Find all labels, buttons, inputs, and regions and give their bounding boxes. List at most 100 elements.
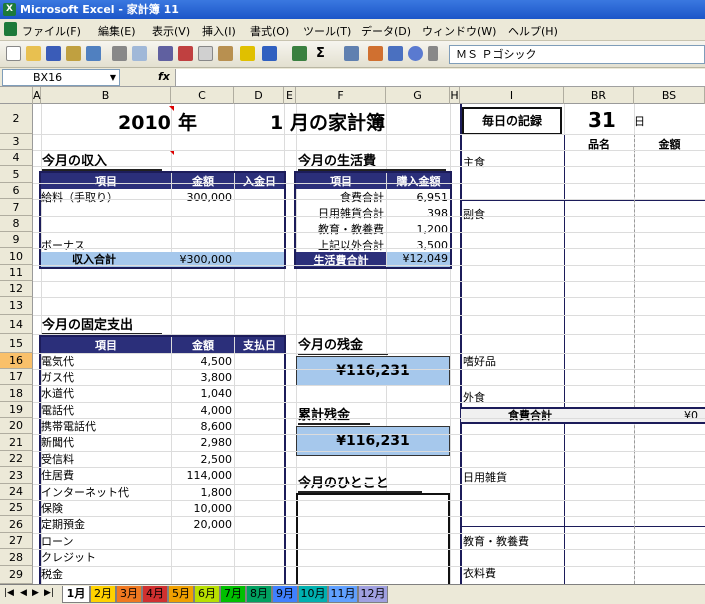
prev-sheet-icon[interactable]: ◀	[20, 588, 27, 598]
col-header-a[interactable]: A	[33, 87, 41, 104]
sheet-tab-5[interactable]: 5月	[168, 586, 194, 603]
sheet-tab-8[interactable]: 8月	[246, 586, 272, 603]
living-item[interactable]: 教育・教養費	[296, 222, 384, 237]
row-header-13[interactable]: 13	[0, 297, 33, 315]
row-header-17[interactable]: 17	[0, 369, 33, 385]
toolbar-options-icon[interactable]	[428, 46, 438, 61]
col-header-e[interactable]: E	[284, 87, 296, 104]
col-header-d[interactable]: D	[234, 87, 284, 104]
formula-input[interactable]	[175, 69, 705, 86]
paste-icon[interactable]	[218, 46, 233, 61]
row-header-15[interactable]: 15	[0, 334, 33, 353]
fixed-item[interactable]: インターネット代	[41, 485, 129, 500]
cut-icon[interactable]	[178, 46, 193, 61]
sheet-tab-2[interactable]: 2月	[90, 586, 116, 603]
col-header-c[interactable]: C	[171, 87, 234, 104]
row-header-23[interactable]: 23	[0, 467, 33, 484]
drawing-icon[interactable]	[388, 46, 403, 61]
undo-icon[interactable]	[262, 46, 277, 61]
income-amount[interactable]: 300,000	[172, 190, 233, 205]
new-icon[interactable]	[6, 46, 21, 61]
spelling-icon[interactable]	[158, 46, 173, 61]
permission-icon[interactable]	[66, 46, 81, 61]
worksheet-grid[interactable]: 2 3 4 5 6 7 8 9 10 11 12 13 14 15 16 17 18 19 20 21 22 23 24 25…	[0, 104, 705, 584]
open-icon[interactable]	[26, 46, 41, 61]
print-icon[interactable]	[112, 46, 127, 61]
sheet-tab-9[interactable]: 9月	[272, 586, 298, 603]
col-header-i[interactable]: I	[460, 87, 564, 104]
menu-format[interactable]: 書式(O)	[250, 23, 289, 39]
living-amount[interactable]: 6,951	[387, 190, 449, 205]
col-header-g[interactable]: G	[386, 87, 450, 104]
row-header-16[interactable]: 16	[0, 353, 33, 369]
row-header-25[interactable]: 25	[0, 500, 33, 516]
row-header-21[interactable]: 21	[0, 434, 33, 451]
fixed-amount[interactable]: 20,000	[172, 517, 233, 532]
row-header-26[interactable]: 26	[0, 516, 33, 533]
fixed-amount[interactable]: 4,000	[172, 403, 233, 418]
fx-icon[interactable]: fx	[158, 70, 170, 83]
col-header-bs[interactable]: BS	[634, 87, 705, 104]
row-header-6[interactable]: 6	[0, 183, 33, 199]
row-header-4[interactable]: 4	[0, 150, 33, 166]
copy-icon[interactable]	[198, 46, 213, 61]
fixed-amount[interactable]: 8,600	[172, 419, 233, 434]
format-painter-icon[interactable]	[240, 46, 255, 61]
sheet-tab-11[interactable]: 11月	[328, 586, 358, 603]
menu-insert[interactable]: 挿入(I)	[202, 23, 236, 39]
food-total-value[interactable]: ¥0	[684, 408, 698, 423]
fixed-item[interactable]: 税金	[41, 567, 63, 582]
excel-doc-icon[interactable]	[4, 22, 17, 36]
font-name-box[interactable]: ＭＳ Ｐゴシック	[449, 45, 705, 64]
balance-value[interactable]: ¥116,231	[296, 356, 450, 386]
daily-day[interactable]: 31	[588, 107, 616, 133]
row-header-20[interactable]: 20	[0, 418, 33, 434]
fixed-item[interactable]: 住居費	[41, 468, 74, 483]
col-header-b[interactable]: B	[41, 87, 171, 104]
col-header-br[interactable]: BR	[564, 87, 634, 104]
email-icon[interactable]	[86, 46, 101, 61]
sheet-tab-12[interactable]: 12月	[358, 586, 388, 603]
fixed-item[interactable]: 電気代	[41, 354, 74, 369]
sheet-tab-6[interactable]: 6月	[194, 586, 220, 603]
row-header-7[interactable]: 7	[0, 199, 33, 216]
sheet-tab-10[interactable]: 10月	[298, 586, 328, 603]
row-header-2[interactable]: 2	[0, 104, 33, 134]
living-amount[interactable]: 1,200	[387, 222, 449, 237]
memo-box[interactable]	[296, 493, 450, 584]
row-header-29[interactable]: 29	[0, 566, 33, 584]
sheet-tab-4[interactable]: 4月	[142, 586, 168, 603]
living-item[interactable]: 日用雑貨合計	[296, 206, 384, 221]
col-header-h[interactable]: H	[450, 87, 460, 104]
menu-window[interactable]: ウィンドウ(W)	[422, 23, 496, 39]
col-header-f[interactable]: F	[296, 87, 386, 104]
menu-tools[interactable]: ツール(T)	[303, 23, 351, 39]
row-header-14[interactable]: 14	[0, 315, 33, 334]
row-header-24[interactable]: 24	[0, 484, 33, 500]
row-header-9[interactable]: 9	[0, 232, 33, 248]
chevron-down-icon[interactable]: ▼	[110, 70, 116, 85]
fixed-amount[interactable]: 2,980	[172, 435, 233, 450]
hyperlink-icon[interactable]	[292, 46, 307, 61]
fixed-amount[interactable]: 1,800	[172, 485, 233, 500]
row-header-5[interactable]: 5	[0, 166, 33, 183]
row-header-11[interactable]: 11	[0, 265, 33, 281]
chart-wizard-icon[interactable]	[368, 46, 383, 61]
living-item[interactable]: 上記以外合計	[296, 238, 384, 253]
menu-view[interactable]: 表示(V)	[152, 23, 190, 39]
fixed-amount[interactable]: 2,500	[172, 452, 233, 467]
help-icon[interactable]	[408, 46, 423, 61]
income-item[interactable]: 給料（手取り）	[41, 190, 118, 205]
select-all-button[interactable]	[0, 87, 33, 104]
fixed-item[interactable]: 水道代	[41, 386, 74, 401]
menu-help[interactable]: ヘルプ(H)	[508, 23, 558, 39]
next-sheet-icon[interactable]: ▶	[32, 588, 39, 598]
first-sheet-icon[interactable]: |◀	[4, 588, 14, 598]
row-header-22[interactable]: 22	[0, 451, 33, 467]
name-box[interactable]: BX16 ▼	[2, 69, 120, 86]
income-item[interactable]: ボーナス	[41, 238, 85, 253]
fixed-amount[interactable]: 4,500	[172, 354, 233, 369]
fixed-amount[interactable]: 3,800	[172, 370, 233, 385]
row-header-19[interactable]: 19	[0, 402, 33, 418]
sheet-tab-1[interactable]: 1月	[62, 586, 90, 603]
